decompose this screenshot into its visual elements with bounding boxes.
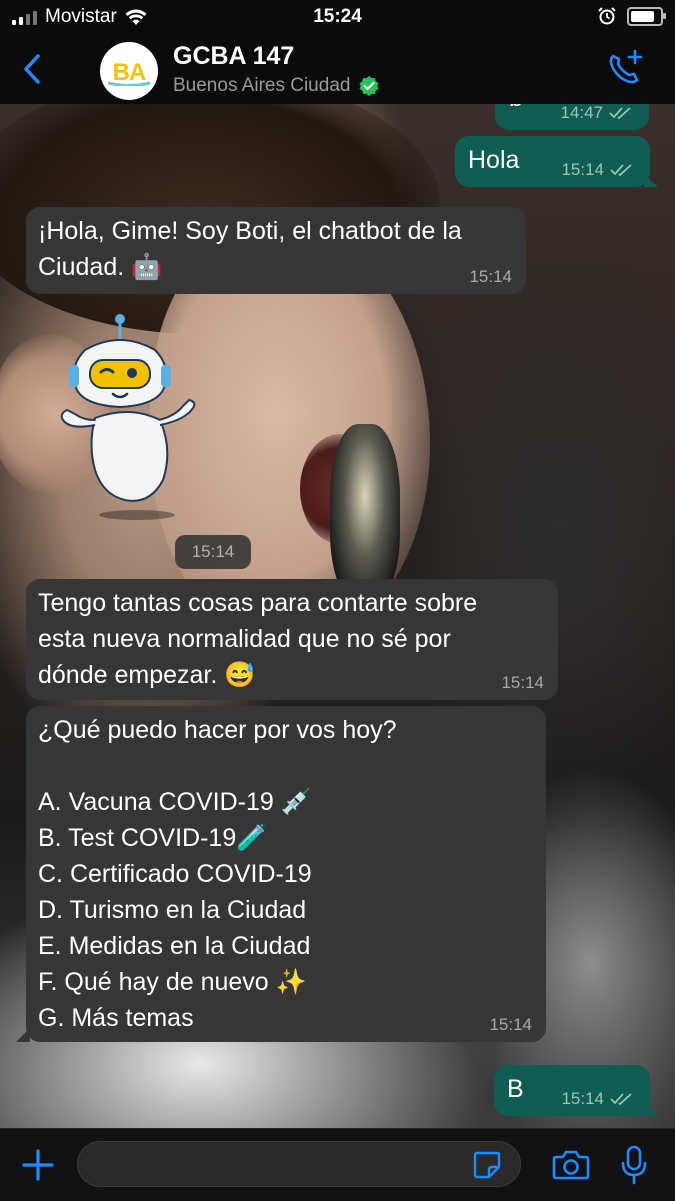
add-call-icon[interactable]: [605, 48, 645, 88]
message-meta: 15:14: [469, 267, 512, 287]
battery-level: [631, 10, 654, 22]
message-time: 15:14: [561, 160, 604, 179]
message-incoming[interactable]: ¿Qué puedo hacer por vos hoy? A. Vacuna …: [16, 706, 546, 1042]
message-incoming[interactable]: Tengo tantas cosas para contarte sobre e…: [26, 579, 558, 700]
message-text: B: [507, 1075, 524, 1103]
message-time: 14:47: [560, 103, 603, 122]
battery-icon: [627, 6, 666, 26]
sticker-icon[interactable]: [472, 1150, 502, 1180]
status-bar: Movistar 15:24: [0, 0, 675, 34]
contact-subtitle-row: Buenos Aires Ciudad: [173, 75, 380, 97]
contact-name[interactable]: GCBA 147: [173, 42, 294, 71]
back-chevron-icon[interactable]: [18, 52, 48, 86]
read-receipt-icon: [610, 164, 632, 177]
message-meta: 15:14: [561, 160, 636, 180]
message-text: Tengo tantas cosas para contarte sobre e…: [38, 589, 478, 689]
wallpaper-spoon: [330, 424, 400, 604]
bubble-tail: [644, 173, 658, 187]
message-time: 15:14: [489, 1015, 532, 1034]
camera-icon[interactable]: [552, 1149, 590, 1181]
contact-subtitle: Buenos Aires Ciudad: [173, 75, 351, 96]
microphone-icon[interactable]: [620, 1145, 648, 1185]
message-text: Hola: [468, 146, 520, 174]
message-outgoing[interactable]: Hola 15:14: [455, 136, 658, 187]
read-receipt-icon: [610, 1093, 632, 1106]
ba-logo-icon: BA: [107, 59, 151, 86]
message-time: 15:14: [561, 1089, 604, 1108]
message-outgoing[interactable]: B 15:14: [494, 1065, 658, 1116]
verified-badge-icon: [359, 76, 379, 96]
robot-sticker[interactable]: [55, 310, 205, 525]
header-overlay: BA GCBA 147 Buenos Aires Ciudad: [0, 34, 675, 104]
input-bar: [0, 1128, 675, 1201]
message-text: ¿Qué puedo hacer por vos hoy? A. Vacuna …: [38, 716, 397, 1032]
status-time: 15:24: [313, 6, 362, 27]
message-meta: 15:14: [561, 1089, 636, 1109]
sticker-time: 15:14: [175, 535, 251, 569]
message-meta: 15:14: [489, 1015, 532, 1035]
bubble-tail: [16, 1028, 30, 1042]
message-time: 15:14: [469, 267, 512, 286]
message-incoming[interactable]: ¡Hola, Gime! Soy Boti, el chatbot de la …: [26, 207, 526, 294]
message-time: 15:14: [501, 673, 544, 692]
bubble-tail: [644, 1102, 658, 1116]
svg-text:BA: BA: [113, 59, 146, 86]
message-meta: 14:47: [560, 103, 635, 123]
contact-avatar[interactable]: BA: [100, 42, 158, 100]
plus-icon[interactable]: [20, 1147, 56, 1183]
message-meta: 15:14: [501, 673, 544, 693]
read-receipt-icon: [609, 107, 631, 120]
message-text: ¡Hola, Gime! Soy Boti, el chatbot de la …: [38, 217, 462, 281]
message-input[interactable]: [77, 1141, 521, 1187]
alarm-icon: [598, 7, 616, 25]
